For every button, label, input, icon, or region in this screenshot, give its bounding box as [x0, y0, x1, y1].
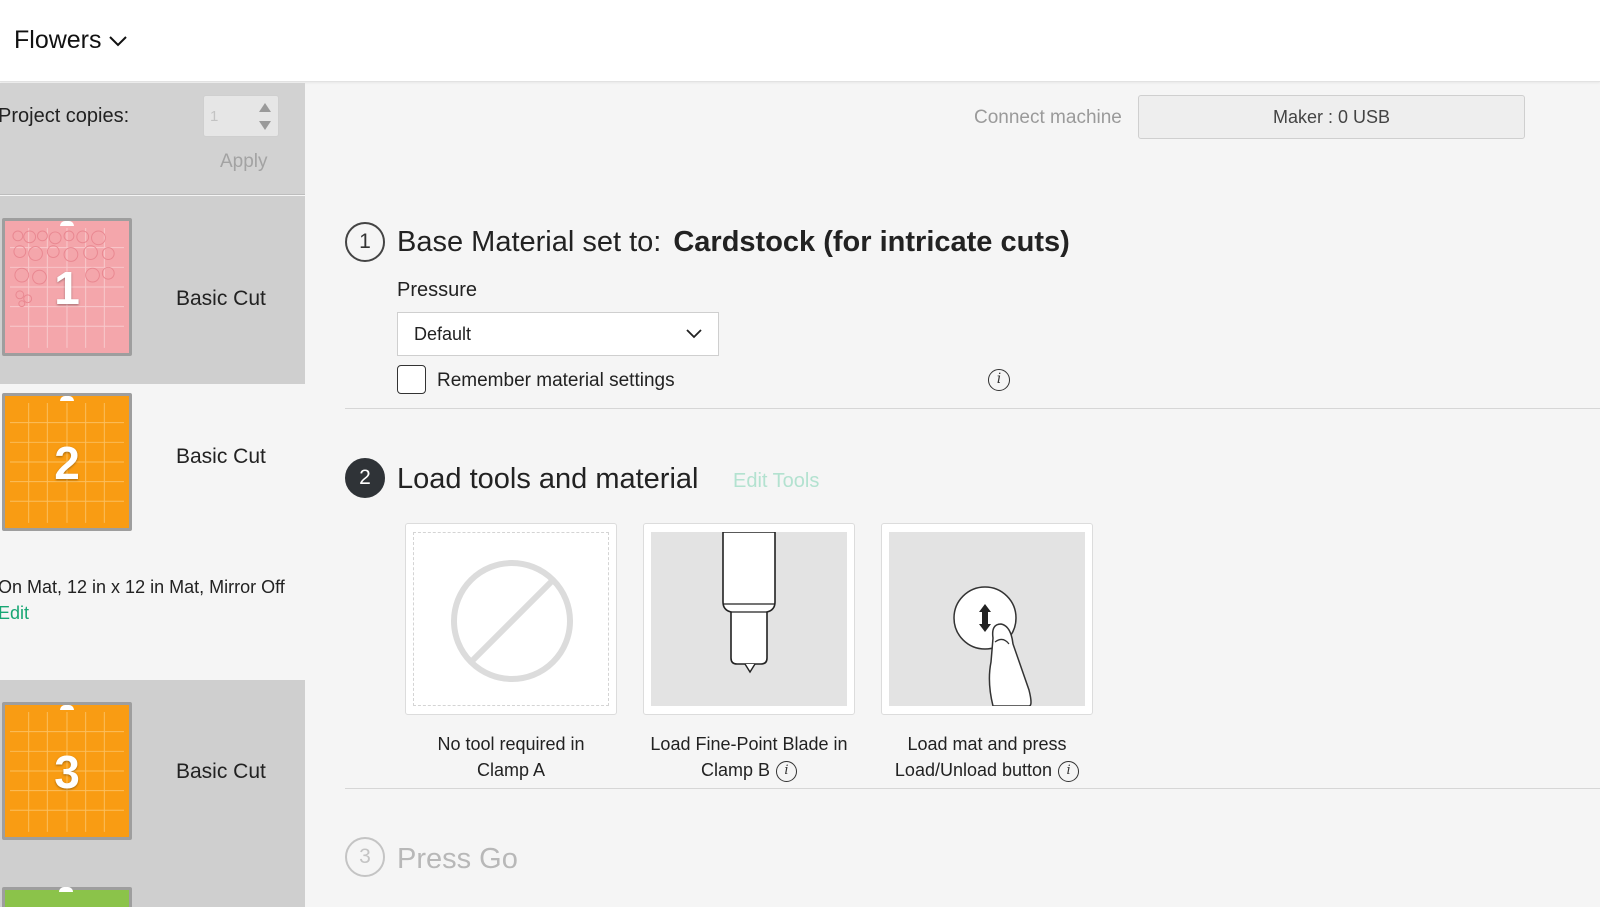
mat-thumbnail: 2 — [2, 393, 132, 531]
mat-thumbnail-partial — [2, 887, 132, 907]
mat-sidebar: Project copies: 1 Apply 1 Basic Cut 2 Ba… — [0, 83, 305, 907]
load-unload-button-icon — [889, 532, 1085, 707]
fine-point-blade-icon — [651, 531, 847, 706]
section-divider — [345, 408, 1600, 409]
project-title: Flowers — [14, 26, 102, 54]
mat-notch — [60, 396, 74, 401]
info-icon[interactable]: i — [988, 369, 1010, 391]
mat-thumbnail: 3 — [2, 702, 132, 840]
load-mat-card — [881, 523, 1093, 715]
clamp-b-caption: Load Fine-Point Blade in Clamp Bi — [650, 734, 848, 782]
stepper-up-icon[interactable] — [259, 103, 271, 112]
project-copies-panel: Project copies: 1 Apply — [0, 83, 305, 195]
mat-details: On Mat, 12 in x 12 in Mat, Mirror Off — [0, 577, 285, 597]
project-title-dropdown[interactable]: Flowers — [14, 26, 128, 55]
base-material-name: Cardstock (for intricate cuts) — [673, 226, 1070, 258]
machine-select[interactable]: Maker : 0 USB — [1138, 95, 1525, 139]
pressure-label: Pressure — [397, 279, 478, 301]
project-copies-value: 1 — [210, 108, 219, 125]
project-copies-label: Project copies: — [0, 105, 130, 127]
mat-number: 2 — [54, 437, 80, 489]
mat-notch — [60, 221, 74, 226]
apply-button[interactable]: Apply — [220, 151, 268, 173]
clamp-a-card — [405, 523, 617, 715]
pressure-select[interactable]: Default — [397, 312, 719, 356]
project-copies-stepper[interactable]: 1 — [203, 95, 279, 137]
no-tool-icon — [413, 532, 609, 706]
mat-cut-type: Basic Cut — [176, 760, 266, 783]
stepper-down-icon[interactable] — [259, 121, 271, 130]
mat-number: 1 — [54, 262, 80, 314]
step-2-heading: Load tools and material — [397, 463, 699, 495]
clamp-a-caption: No tool required in Clamp A — [437, 734, 585, 780]
mat-notch — [60, 705, 74, 710]
mat-edit-link[interactable]: Edit — [0, 603, 29, 624]
remember-material-label: Remember material settings — [437, 370, 675, 391]
pressure-value: Default — [414, 324, 472, 344]
mat-cut-type: Basic Cut — [176, 445, 266, 468]
step-1-heading: Base Material set to: Cardstock (for intr… — [397, 226, 1070, 259]
edit-tools-link[interactable]: Edit Tools — [733, 470, 819, 493]
info-icon[interactable]: i — [776, 760, 798, 782]
mat-item-3[interactable]: 3 Basic Cut — [0, 680, 305, 907]
mat-cut-type: Basic Cut — [176, 287, 266, 310]
step-3-heading: Press Go — [397, 843, 518, 875]
mat-number: 3 — [54, 746, 80, 798]
clamp-b-card — [643, 523, 855, 715]
info-icon[interactable]: i — [1058, 760, 1080, 782]
base-material-prefix: Base Material set to: — [397, 226, 662, 258]
main-panel: Connect machine Maker : 0 USB 1 Base Mat… — [305, 83, 1600, 907]
chevron-down-icon — [108, 35, 127, 46]
mat-item-1[interactable]: 1 Basic Cut — [0, 196, 305, 384]
header-bar: Flowers — [0, 0, 1600, 82]
step-2-indicator: 2 — [345, 458, 385, 498]
chevron-down-icon — [686, 329, 702, 339]
step-1-indicator: 1 — [345, 222, 385, 262]
connect-machine-label: Connect machine — [974, 107, 1122, 128]
load-mat-caption: Load mat and press Load/Unload button i — [857, 731, 1117, 783]
section-divider — [345, 788, 1600, 789]
remember-material-checkbox[interactable] — [397, 365, 426, 394]
mat-thumbnail: 1 — [2, 218, 132, 356]
step-3-indicator: 3 — [345, 837, 385, 877]
